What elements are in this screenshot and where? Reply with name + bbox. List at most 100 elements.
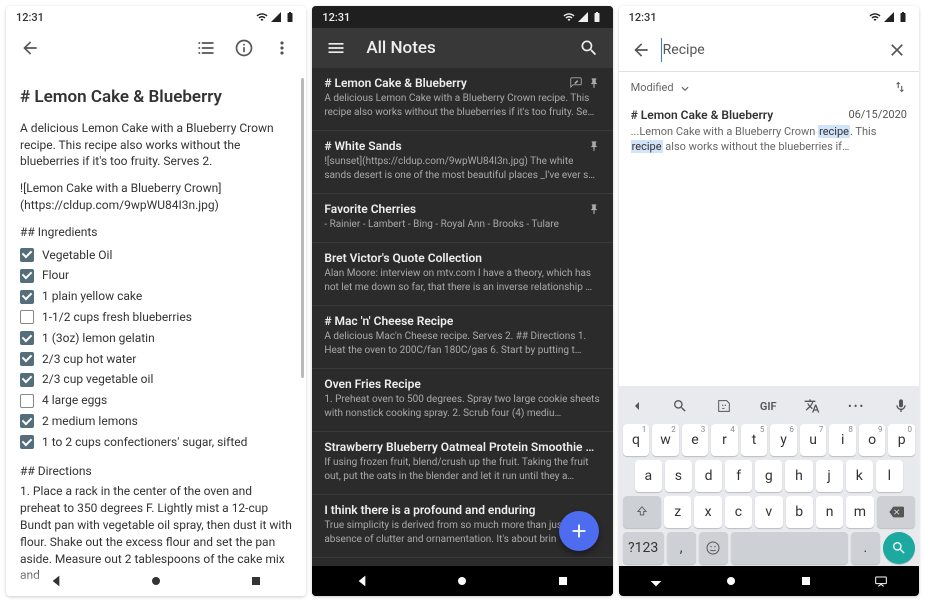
search-enter-key[interactable]: [883, 532, 915, 564]
swap-icon[interactable]: [893, 80, 907, 94]
key-e[interactable]: e3: [682, 424, 709, 456]
highlight: recipe: [631, 140, 663, 153]
key-v[interactable]: v: [755, 496, 782, 528]
checkbox[interactable]: [20, 435, 34, 449]
ingredient-item[interactable]: 2/3 cup hot water: [20, 349, 292, 370]
checklist-button[interactable]: [190, 32, 222, 64]
nav-home-icon[interactable]: [454, 573, 470, 589]
search-button[interactable]: [573, 32, 605, 64]
nav-home-icon[interactable]: [723, 573, 739, 589]
emoji-icon: [705, 540, 721, 556]
space-key[interactable]: [731, 532, 848, 564]
key-j[interactable]: j: [816, 460, 843, 492]
key-f[interactable]: f: [725, 460, 752, 492]
note-item[interactable]: Strawberry Blueberry Oatmeal Protein Smo…: [312, 432, 612, 495]
menu-button[interactable]: [320, 32, 352, 64]
key-c[interactable]: c: [725, 496, 752, 528]
keyboard-row: zxcvbnm: [619, 494, 919, 530]
note-item[interactable]: Favorite Cherries- Rainier - Lambert - B…: [312, 194, 612, 243]
note-editor[interactable]: # Lemon Cake & Blueberry A delicious Lem…: [6, 68, 306, 596]
mic-icon[interactable]: [893, 398, 909, 414]
note-item[interactable]: Bret Victor's Quote CollectionAlan Moore…: [312, 243, 612, 306]
nav-home-icon[interactable]: [148, 573, 164, 589]
shift-key[interactable]: [623, 496, 661, 528]
gif-button[interactable]: GIF: [760, 400, 777, 413]
ingredient-item[interactable]: Flour: [20, 265, 292, 286]
search-icon[interactable]: [672, 398, 688, 414]
note-item[interactable]: # Mac 'n' Cheese RecipeA delicious Mac'n…: [312, 306, 612, 369]
ingredient-item[interactable]: Vegetable Oil: [20, 245, 292, 266]
checkbox[interactable]: [20, 331, 34, 345]
search-input[interactable]: Recipe: [661, 38, 877, 62]
ingredient-item[interactable]: 2 medium lemons: [20, 411, 292, 432]
checkbox[interactable]: [20, 290, 34, 304]
symbols-key[interactable]: ?123: [623, 532, 664, 564]
status-icons: [869, 11, 909, 23]
translate-icon[interactable]: [804, 398, 820, 414]
back-button[interactable]: [14, 32, 46, 64]
nav-recent-icon[interactable]: [555, 573, 571, 589]
key-a[interactable]: a: [635, 460, 662, 492]
new-note-fab[interactable]: [559, 511, 599, 551]
signal-icon: [883, 11, 895, 23]
search-result[interactable]: 06/15/2020 # Lemon Cake & Blueberry ...L…: [619, 102, 919, 161]
checkbox[interactable]: [20, 269, 34, 283]
back-button[interactable]: [625, 34, 657, 66]
key-q[interactable]: q1: [623, 424, 650, 456]
info-button[interactable]: [228, 32, 260, 64]
key-m[interactable]: m: [846, 496, 873, 528]
sticker-icon[interactable]: [716, 398, 732, 414]
key-n[interactable]: n: [816, 496, 843, 528]
key-k[interactable]: k: [846, 460, 873, 492]
key-s[interactable]: s: [665, 460, 692, 492]
note-item[interactable]: Oven Fries Recipe1. Preheat oven to 500 …: [312, 369, 612, 432]
key-l[interactable]: l: [876, 460, 903, 492]
note-item[interactable]: # White Sands![sunset](https://cldup.com…: [312, 131, 612, 194]
checkbox[interactable]: [20, 310, 34, 324]
key-o[interactable]: o9: [859, 424, 886, 456]
ingredient-item[interactable]: 1 (3oz) lemon gelatin: [20, 328, 292, 349]
overflow-button[interactable]: [266, 32, 298, 64]
checkbox[interactable]: [20, 352, 34, 366]
scrollbar[interactable]: [301, 78, 304, 378]
nav-recent-icon[interactable]: [248, 573, 264, 589]
ingredient-item[interactable]: 2/3 cup vegetable oil: [20, 369, 292, 390]
ingredient-item[interactable]: 1-1/2 cups fresh blueberries: [20, 307, 292, 328]
key-t[interactable]: t5: [741, 424, 768, 456]
ingredient-item[interactable]: 1 plain yellow cake: [20, 286, 292, 307]
key-w[interactable]: w2: [652, 424, 679, 456]
more-icon[interactable]: •••: [848, 400, 865, 413]
checkbox[interactable]: [20, 394, 34, 408]
key-x[interactable]: x: [694, 496, 721, 528]
ingredient-item[interactable]: 1 to 2 cups confectioners' sugar, sifted: [20, 432, 292, 453]
key-d[interactable]: d: [695, 460, 722, 492]
chevron-left-icon[interactable]: [629, 398, 645, 414]
nav-back-icon[interactable]: [354, 573, 370, 589]
period-key[interactable]: .: [851, 532, 880, 564]
checkbox[interactable]: [20, 414, 34, 428]
ingredient-item[interactable]: 4 large eggs: [20, 390, 292, 411]
key-y[interactable]: y6: [770, 424, 797, 456]
android-navbar: [312, 566, 612, 596]
sort-bar[interactable]: Modified: [619, 72, 919, 102]
key-r[interactable]: r4: [711, 424, 738, 456]
info-icon: [234, 38, 254, 58]
key-b[interactable]: b: [786, 496, 813, 528]
emoji-key[interactable]: [699, 532, 728, 564]
checkbox[interactable]: [20, 373, 34, 387]
nav-back-icon[interactable]: [648, 573, 664, 589]
key-z[interactable]: z: [664, 496, 691, 528]
backspace-key[interactable]: [877, 496, 915, 528]
checkbox[interactable]: [20, 248, 34, 262]
key-p[interactable]: p0: [888, 424, 915, 456]
key-i[interactable]: i8: [829, 424, 856, 456]
comma-key[interactable]: ,: [667, 532, 696, 564]
key-u[interactable]: u7: [800, 424, 827, 456]
nav-recent-icon[interactable]: [798, 573, 814, 589]
key-g[interactable]: g: [755, 460, 782, 492]
note-item[interactable]: # Lemon Cake & BlueberryA delicious Lemo…: [312, 68, 612, 131]
key-h[interactable]: h: [785, 460, 812, 492]
clear-button[interactable]: [881, 34, 913, 66]
keyboard-hide-icon[interactable]: [873, 573, 889, 589]
nav-back-icon[interactable]: [48, 573, 64, 589]
